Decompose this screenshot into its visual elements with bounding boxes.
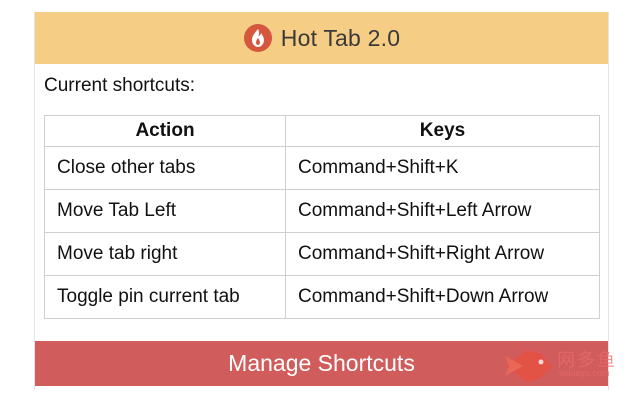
fish-logo-icon xyxy=(505,350,553,382)
extension-popup: Hot Tab 2.0 Current shortcuts: Action Ke… xyxy=(34,12,615,390)
current-shortcuts-label: Current shortcuts: xyxy=(44,75,195,96)
flame-icon xyxy=(243,24,272,52)
table-row: Close other tabs Command+Shift+K xyxy=(44,146,600,190)
table-header-row: Action Keys xyxy=(44,115,600,147)
table-row: Move Tab Left Command+Shift+Left Arrow xyxy=(44,189,600,233)
column-header-keys: Keys xyxy=(285,115,600,147)
action-cell: Close other tabs xyxy=(44,146,286,190)
watermark-logo: 网多鱼 wduoyu.com xyxy=(501,344,640,388)
column-header-action: Action xyxy=(44,115,286,147)
keys-cell: Command+Shift+K xyxy=(285,146,600,190)
watermark-subtext: wduoyu.com xyxy=(559,368,610,378)
popup-title: Hot Tab 2.0 xyxy=(280,24,401,51)
keys-cell: Command+Shift+Left Arrow xyxy=(285,189,600,233)
action-cell: Move tab right xyxy=(44,232,286,276)
keys-cell: Command+Shift+Down Arrow xyxy=(285,275,600,319)
keys-cell: Command+Shift+Right Arrow xyxy=(285,232,600,276)
shortcuts-table: Action Keys Close other tabs Command+Shi… xyxy=(44,115,600,319)
table-row: Move tab right Command+Shift+Right Arrow xyxy=(44,232,600,276)
action-cell: Move Tab Left xyxy=(44,189,286,233)
popup-header: Hot Tab 2.0 xyxy=(35,12,608,64)
table-row: Toggle pin current tab Command+Shift+Dow… xyxy=(44,275,600,319)
action-cell: Toggle pin current tab xyxy=(44,275,286,319)
